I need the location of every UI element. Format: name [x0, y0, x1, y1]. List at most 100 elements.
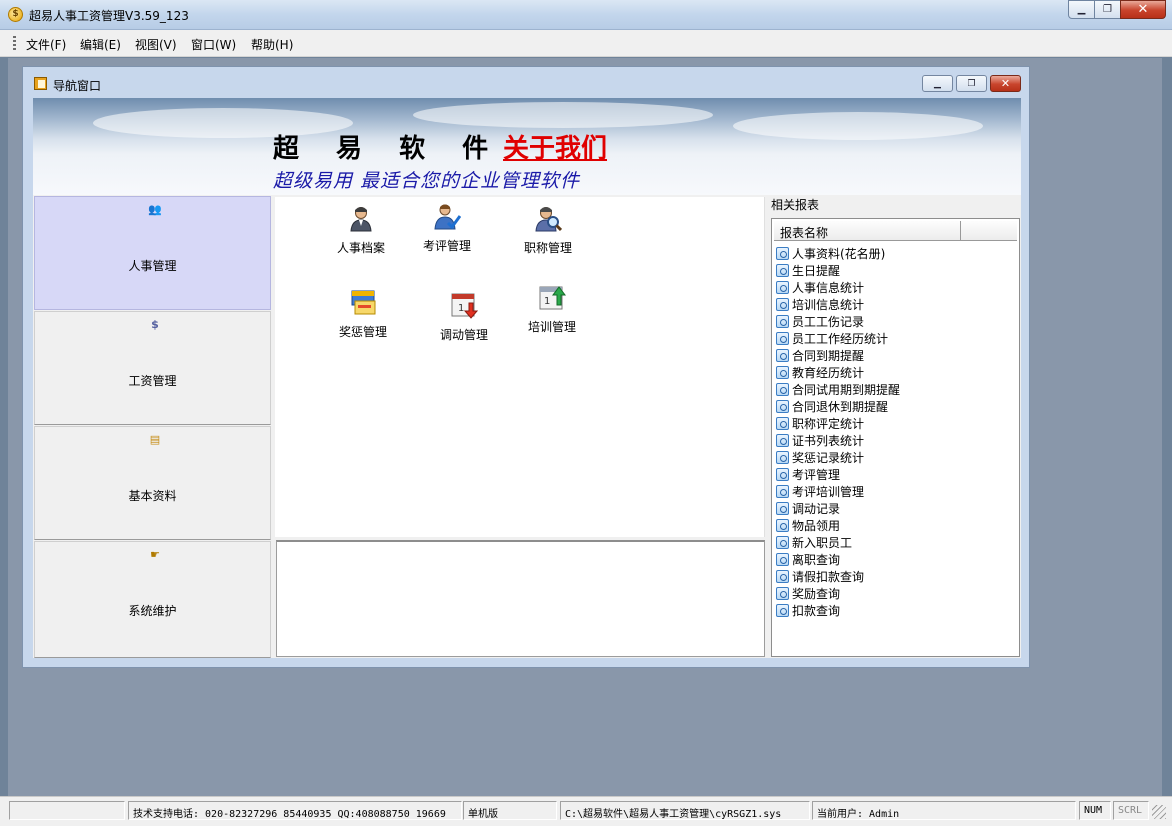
report-item[interactable]: 考评培训管理 — [776, 483, 900, 500]
nav-item-label: 工资管理 — [128, 374, 177, 388]
close-icon: ✕ — [1137, 2, 1149, 17]
report-item-label: 考评管理 — [792, 468, 841, 482]
report-item[interactable]: 请假扣款查询 — [776, 568, 900, 585]
app-icon: $ — [8, 7, 23, 22]
report-icon — [776, 451, 789, 464]
report-icon — [776, 604, 789, 617]
report-icon — [776, 519, 789, 532]
hand-pointer-icon: ☛ — [150, 548, 160, 561]
child-restore-button[interactable]: ❐ — [956, 75, 987, 92]
maximize-button[interactable]: ❐ — [1094, 0, 1121, 19]
module-transfers[interactable]: 1 调动管理 — [419, 291, 509, 343]
module-nav: 👥 人事管理 $ 工资管理 ▤ 基本资料 ☛ 系统维护 — [34, 196, 271, 658]
calendar-up-icon: 1 — [539, 286, 566, 310]
child-close-button[interactable]: ✕ — [990, 75, 1021, 92]
report-item[interactable]: 证书列表统计 — [776, 432, 900, 449]
report-item-label: 物品领用 — [792, 519, 841, 533]
svg-text:1: 1 — [544, 296, 550, 307]
report-item[interactable]: 新入职员工 — [776, 534, 900, 551]
report-item-label: 奖惩记录统计 — [792, 451, 865, 465]
person-search-icon — [535, 207, 563, 232]
window-title: 超易人事工资管理V3.59_123 — [29, 9, 189, 23]
report-item-label: 教育经历统计 — [792, 366, 865, 380]
report-item[interactable]: 离职查询 — [776, 551, 900, 568]
report-item[interactable]: 人事信息统计 — [776, 279, 900, 296]
menu-edit[interactable]: 编辑(E) — [80, 36, 121, 53]
report-item-label: 请假扣款查询 — [792, 570, 865, 584]
report-item[interactable]: 考评管理 — [776, 466, 900, 483]
report-item-label: 考评培训管理 — [792, 485, 865, 499]
brand-banner: 超 易 软 件 关于我们 超级易用 最适合您的企业管理软件 — [33, 98, 1021, 195]
report-item[interactable]: 合同退休到期提醒 — [776, 398, 900, 415]
report-icon — [776, 366, 789, 379]
report-item-label: 调动记录 — [792, 502, 841, 516]
nav-item-payroll[interactable]: $ 工资管理 — [34, 311, 271, 425]
report-icon — [776, 298, 789, 311]
child-minimize-button[interactable]: ▁ — [922, 75, 953, 92]
report-item[interactable]: 教育经历统计 — [776, 364, 900, 381]
menu-window[interactable]: 窗口(W) — [191, 36, 236, 53]
report-item-label: 员工工作经历统计 — [792, 332, 889, 346]
navigation-window: 导航窗口 ▁ ❐ ✕ 超 易 软 件 关于我们 超级易用 最适合您的企业管理软件… — [22, 66, 1030, 668]
report-item[interactable]: 培训信息统计 — [776, 296, 900, 313]
nav-item-label: 人事管理 — [128, 259, 177, 273]
module-rewards[interactable]: 奖惩管理 — [318, 288, 408, 340]
toolbar-grip[interactable] — [13, 36, 16, 51]
nav-item-label: 系统维护 — [128, 604, 177, 618]
report-item[interactable]: 合同到期提醒 — [776, 347, 900, 364]
report-item[interactable]: 扣款查询 — [776, 602, 900, 619]
module-titles[interactable]: 职称管理 — [503, 204, 593, 256]
report-icon — [776, 434, 789, 447]
reports-list: 人事资料(花名册) 生日提醒 人事信息统计 培训信息统计员工工伤记录员工工作经历统计合… — [776, 245, 900, 619]
report-icon — [776, 536, 789, 549]
report-item[interactable]: 合同试用期到期提醒 — [776, 381, 900, 398]
module-personnel-files[interactable]: 人事档案 — [316, 204, 406, 256]
report-item-label: 员工工伤记录 — [792, 315, 865, 329]
detail-panel — [276, 540, 765, 657]
report-item[interactable]: 物品领用 — [776, 517, 900, 534]
report-icon — [776, 264, 789, 277]
about-us-link[interactable]: 关于我们 — [503, 128, 607, 165]
report-item[interactable]: 员工工作经历统计 — [776, 330, 900, 347]
resize-grip[interactable] — [1152, 805, 1166, 819]
report-item-label: 离职查询 — [792, 553, 841, 567]
report-item[interactable]: 人事资料(花名册) — [776, 245, 900, 262]
module-panel: 人事档案 考评管理 职称管理 奖惩管理 1 调动管理 1 培训管理 — [275, 197, 765, 537]
report-icon — [776, 502, 789, 515]
close-button[interactable]: ✕ — [1120, 0, 1166, 19]
nav-item-hr[interactable]: 👥 人事管理 — [34, 196, 271, 310]
status-panel-empty — [9, 801, 125, 820]
report-item[interactable]: 奖惩记录统计 — [776, 449, 900, 466]
module-label: 职称管理 — [523, 241, 572, 255]
navigation-window-titlebar[interactable]: 导航窗口 ▁ ❐ ✕ — [23, 67, 1029, 97]
report-item[interactable]: 职称评定统计 — [776, 415, 900, 432]
report-item[interactable]: 员工工伤记录 — [776, 313, 900, 330]
status-scroll-lock: SCRL — [1113, 801, 1149, 820]
minimize-icon: ▁ — [934, 78, 941, 89]
nav-item-system[interactable]: ☛ 系统维护 — [34, 541, 271, 658]
report-item[interactable]: 生日提醒 — [776, 262, 900, 279]
money-icon: $ — [151, 318, 159, 331]
report-item-label: 奖励查询 — [792, 587, 841, 601]
menu-help[interactable]: 帮助(H) — [251, 36, 293, 53]
status-bar: 技术支持电话: 020-82327296 85440935 QQ:4080887… — [0, 796, 1172, 826]
report-item[interactable]: 调动记录 — [776, 500, 900, 517]
people-icon: 👥 — [148, 203, 162, 216]
person-icon — [350, 207, 372, 232]
close-icon: ✕ — [1000, 77, 1011, 90]
report-item-label: 合同试用期到期提醒 — [792, 383, 901, 397]
module-training[interactable]: 1 培训管理 — [507, 283, 597, 335]
module-evaluation[interactable]: 考评管理 — [402, 202, 492, 254]
report-item-label: 合同到期提醒 — [792, 349, 865, 363]
report-icon — [776, 383, 789, 396]
report-icon — [776, 315, 789, 328]
column-header-report-name[interactable]: 报表名称 — [774, 221, 961, 241]
menu-file[interactable]: 文件(F) — [26, 36, 66, 53]
menu-bar: 文件(F) 编辑(E) 视图(V) 窗口(W) 帮助(H) — [0, 30, 1172, 57]
nav-item-basic-data[interactable]: ▤ 基本资料 — [34, 426, 271, 540]
menu-view[interactable]: 视图(V) — [135, 36, 177, 53]
report-item[interactable]: 奖励查询 — [776, 585, 900, 602]
module-label: 人事档案 — [336, 241, 385, 255]
minimize-button[interactable]: ▁ — [1068, 0, 1095, 19]
minimize-icon: ▁ — [1077, 4, 1086, 15]
